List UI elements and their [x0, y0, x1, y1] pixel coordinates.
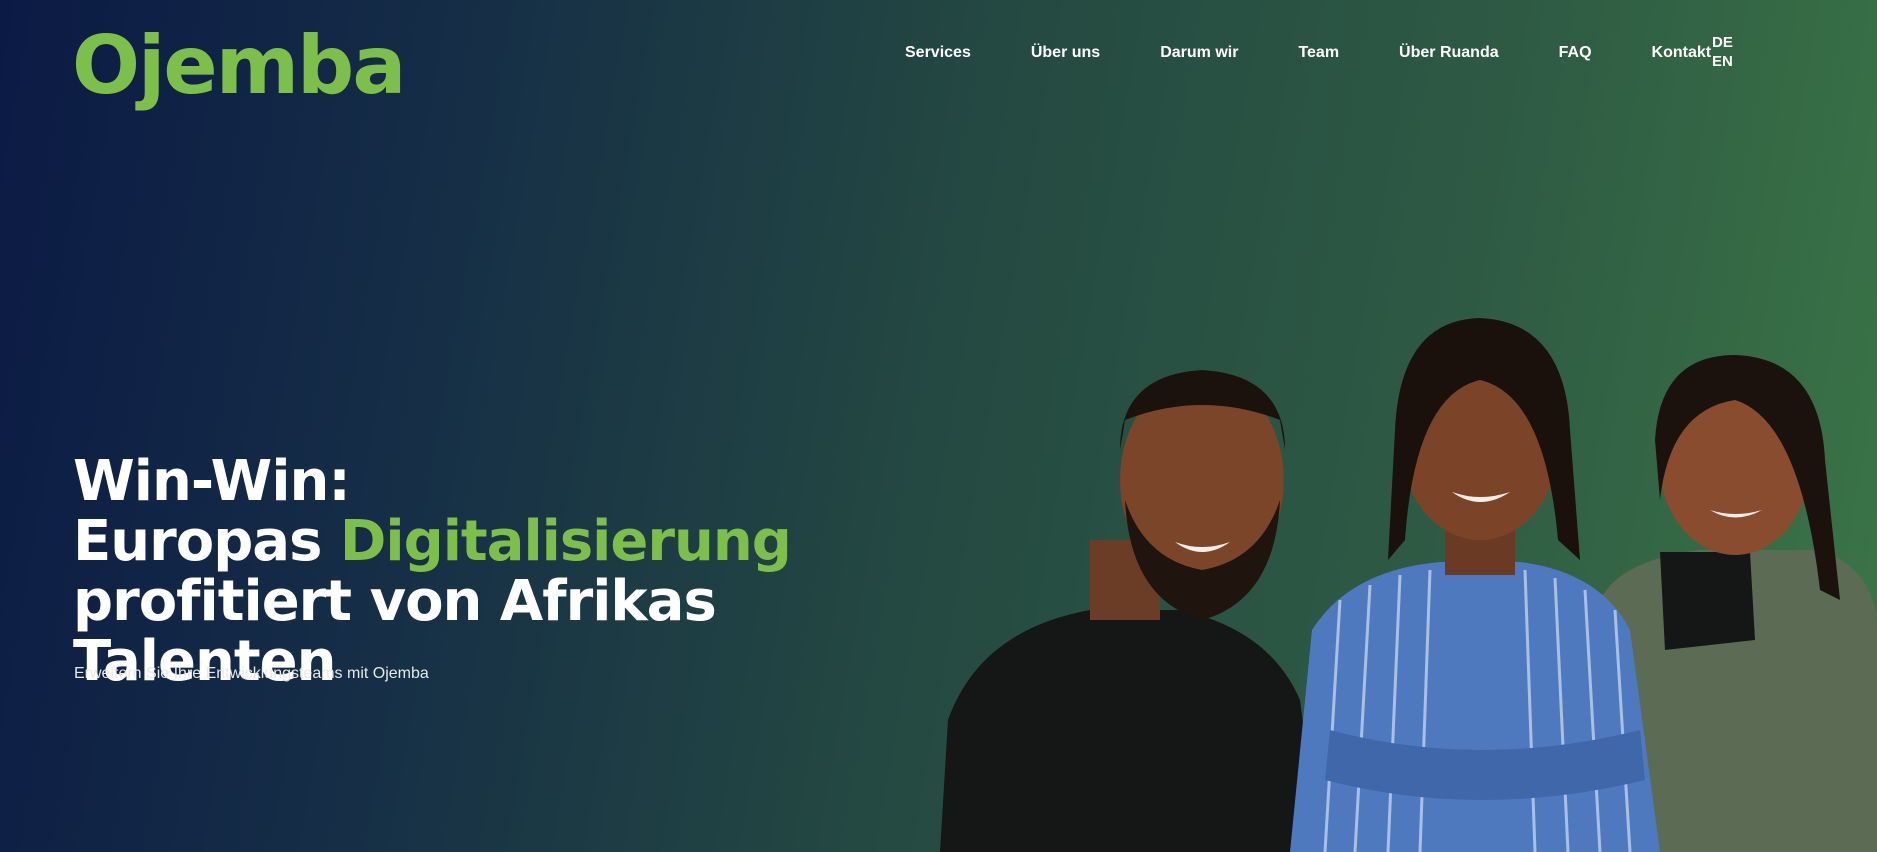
nav-link-ueber-ruanda[interactable]: Über Ruanda [1399, 44, 1499, 62]
nav-link-faq[interactable]: FAQ [1559, 44, 1592, 62]
nav-link-darum-wir[interactable]: Darum wir [1160, 44, 1238, 62]
nav-link-team[interactable]: Team [1298, 44, 1339, 62]
team-photo-illustration [940, 318, 1877, 852]
language-switcher: DE EN [1712, 34, 1733, 70]
hero-subtitle: Erweitern Sie Ihre Entwicklungsteams mit… [74, 665, 429, 682]
nav-link-services[interactable]: Services [905, 44, 971, 62]
hero-title: Win-Win: Europas Digitalisierung profiti… [73, 452, 973, 692]
nav-link-ueber-uns[interactable]: Über uns [1031, 44, 1100, 62]
hero-title-line2-prefix: Europas [73, 509, 340, 574]
team-photo [940, 300, 1877, 852]
hero-title-line1: Win-Win: [73, 449, 351, 514]
language-de[interactable]: DE [1712, 34, 1733, 51]
hero-title-accent: Digitalisierung [339, 509, 792, 574]
language-en[interactable]: EN [1712, 53, 1733, 70]
nav-link-kontakt[interactable]: Kontakt [1652, 44, 1712, 62]
ojemba-logo[interactable]: Ojemba [72, 26, 406, 106]
main-navigation: Services Über uns Darum wir Team Über Ru… [905, 44, 1771, 62]
